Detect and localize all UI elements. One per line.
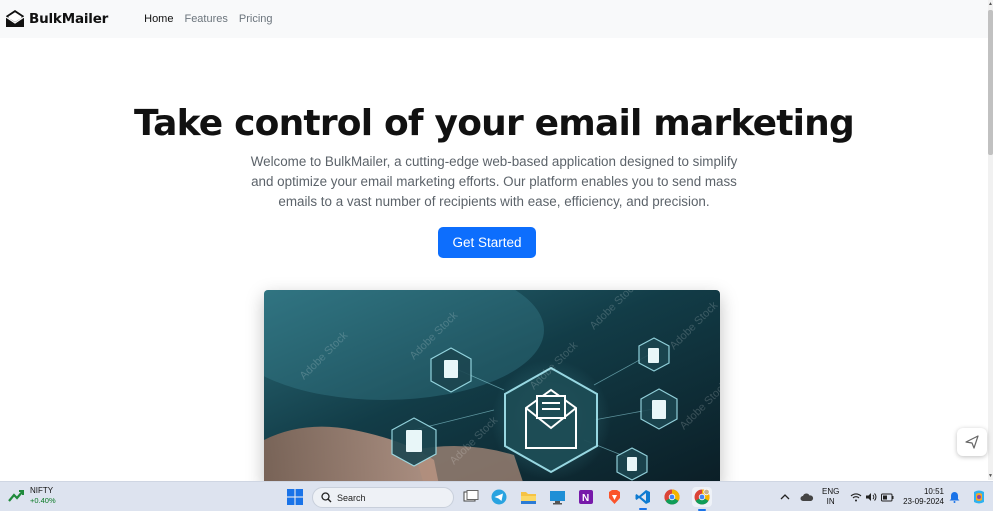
region-code: IN	[826, 497, 835, 506]
search-icon	[321, 492, 332, 503]
clock-date: 23-09-2024	[903, 497, 944, 506]
onedrive-cloud-icon[interactable]	[799, 488, 815, 506]
envelope-logo-icon	[5, 10, 25, 27]
hero-description: Welcome to BulkMailer, a cutting-edge we…	[250, 154, 738, 209]
ticker-name: NIFTY	[30, 486, 54, 495]
market-widget[interactable]: NIFTY +0.40%	[8, 486, 56, 506]
onenote-icon[interactable]: N	[577, 488, 595, 506]
paper-plane-icon	[965, 435, 979, 449]
chevron-up-icon[interactable]	[778, 488, 792, 506]
vertical-scrollbar[interactable]: ▲ ▼	[988, 0, 993, 480]
chrome-icon[interactable]	[663, 488, 681, 506]
task-view-icon[interactable]	[462, 488, 480, 506]
wifi-icon[interactable]	[850, 488, 862, 506]
ticker-change: +0.40%	[30, 496, 56, 505]
navbar: BulkMailer Home Features Pricing	[0, 0, 988, 38]
nav-links: Home Features Pricing	[144, 13, 283, 25]
copilot-icon[interactable]	[969, 488, 989, 506]
battery-icon[interactable]	[880, 488, 894, 506]
svg-text:N: N	[582, 493, 589, 504]
file-explorer-icon[interactable]	[519, 488, 537, 506]
get-started-button[interactable]: Get Started	[438, 227, 536, 258]
telegram-icon[interactable]	[490, 488, 508, 506]
hero-image: Adobe Stock Adobe Stock Adobe Stock Adob…	[264, 290, 720, 485]
notification-bell-icon[interactable]	[947, 488, 961, 506]
brand[interactable]: BulkMailer	[4, 8, 108, 30]
system-clock[interactable]: 10:51 23-09-2024	[902, 487, 944, 507]
volume-icon[interactable]	[865, 488, 877, 506]
chrome-profile-icon[interactable]	[692, 487, 712, 511]
clock-time: 10:51	[923, 487, 944, 496]
browser-viewport: BulkMailer Home Features Pricing ▲ ▼ Tak…	[0, 0, 993, 511]
brand-name: BulkMailer	[29, 11, 109, 27]
windows-taskbar: NIFTY +0.40% Search N ENG IN 10:51 23-09…	[0, 481, 993, 511]
brave-icon[interactable]	[605, 488, 623, 506]
scroll-up-arrow-icon[interactable]: ▲	[988, 0, 993, 8]
paper-plane-widget-button[interactable]	[957, 428, 987, 456]
nav-link-home[interactable]: Home	[144, 13, 173, 25]
search-placeholder: Search	[337, 492, 366, 503]
language-code: ENG	[822, 487, 840, 496]
vscode-active-indicator	[639, 508, 647, 510]
stock-trend-icon	[8, 490, 24, 502]
taskbar-search-box[interactable]: Search	[312, 487, 454, 508]
scroll-down-arrow-icon[interactable]: ▼	[988, 472, 993, 480]
nav-link-pricing[interactable]: Pricing	[239, 13, 273, 25]
language-indicator[interactable]: ENG IN	[822, 487, 839, 507]
scrollbar-thumb[interactable]	[988, 10, 993, 155]
hero-title: Take control of your email marketing	[134, 103, 855, 144]
vscode-icon[interactable]	[634, 488, 652, 510]
windows-start-icon[interactable]	[287, 489, 303, 505]
remote-desktop-icon[interactable]	[548, 488, 566, 506]
nav-link-features[interactable]: Features	[184, 13, 227, 25]
email-marketing-illustration: Adobe Stock Adobe Stock Adobe Stock Adob…	[264, 290, 720, 485]
